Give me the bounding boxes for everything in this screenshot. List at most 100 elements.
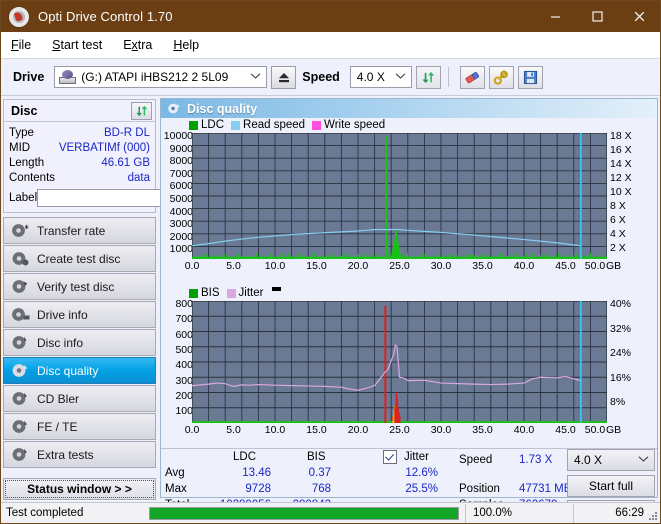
- erase-button[interactable]: [459, 65, 485, 89]
- close-button[interactable]: [618, 1, 660, 32]
- disc-speed-icon: [12, 224, 30, 237]
- ldc-y2tick: 18 X: [610, 130, 632, 142]
- stats-speed-label: Speed: [459, 454, 493, 466]
- sidebar-item-transfer-rate[interactable]: Transfer rate: [3, 217, 156, 244]
- bis-ytick: 200: [175, 389, 193, 402]
- tools-button[interactable]: [488, 65, 514, 89]
- content-area: Disc quality LDC Read speed Write speed …: [158, 96, 660, 522]
- legend-label: LDC: [201, 119, 225, 131]
- title-bar: Opti Drive Control 1.70: [1, 1, 660, 32]
- nav-list: Transfer rate Create test disc Verify te…: [3, 217, 156, 468]
- minimize-button[interactable]: [534, 1, 576, 32]
- ldc-xtick: 0.0: [184, 260, 200, 272]
- stats-row-label: Avg: [165, 467, 185, 479]
- menu-start-test[interactable]: Start test: [52, 38, 102, 52]
- sidebar-item-verify-test-disc[interactable]: Verify test disc: [3, 273, 156, 300]
- stats-avg-bis: 0.37: [308, 467, 331, 479]
- sidebar-item-label: Transfer rate: [37, 223, 106, 238]
- sidebar-item-fe-te[interactable]: FE / TE: [3, 413, 156, 440]
- stats-header-jitter: Jitter: [404, 451, 429, 463]
- disc-row-key: Contents: [9, 171, 56, 184]
- bis-ytick: 100: [175, 405, 193, 418]
- legend-swatch: [231, 120, 241, 130]
- ldc-xtick: 20.0: [347, 260, 369, 272]
- sidebar-item-label: Drive info: [37, 307, 88, 322]
- sidebar: Disc Type BD-R DL MID VERBATIMf (000) Le…: [1, 96, 242, 500]
- ldc-chart: LDC Read speed Write speed 10000 9000 80…: [161, 118, 657, 286]
- legend-swatch: [312, 120, 322, 130]
- ldc-ytick: 6000: [169, 180, 193, 193]
- sidebar-item-disc-info[interactable]: Disc info: [3, 329, 156, 356]
- bis-chart-legend: BIS Jitter: [161, 286, 657, 300]
- eject-button[interactable]: [271, 65, 297, 89]
- eraser-icon: [465, 71, 479, 83]
- ldc-ytick: 7000: [169, 167, 193, 180]
- chevron-down-icon: [638, 456, 649, 462]
- stats-max-ldc: 9728: [245, 483, 271, 495]
- ldc-y2tick: 16 X: [610, 144, 632, 156]
- sidebar-item-create-test-disc[interactable]: Create test disc: [3, 245, 156, 272]
- ldc-y2tick: 6 X: [610, 214, 626, 226]
- main-body: Disc Type BD-R DL MID VERBATIMf (000) Le…: [1, 96, 660, 522]
- test-speed-select[interactable]: 4.0 X: [567, 449, 655, 471]
- sidebar-item-disc-quality[interactable]: Disc quality: [3, 357, 156, 384]
- progress-percent: 100.0%: [465, 503, 573, 523]
- legend-item-read-speed: Read speed: [231, 119, 305, 131]
- app-window: Opti Drive Control 1.70 File Start test …: [0, 0, 661, 524]
- save-button[interactable]: [517, 65, 543, 89]
- ldc-xtick: 30.0: [430, 260, 452, 272]
- disc-refresh-button[interactable]: [131, 101, 152, 120]
- drive-select[interactable]: (G:) ATAPI iHBS212 2 5L09: [54, 66, 268, 88]
- ldc-y2tick: 14 X: [610, 158, 632, 170]
- stats-row-label: Max: [165, 483, 187, 495]
- resize-grip-icon[interactable]: [648, 511, 658, 521]
- sidebar-item-drive-info[interactable]: Drive info: [3, 301, 156, 328]
- status-window-button[interactable]: Status window > >: [3, 478, 156, 500]
- disc-row-value: 46.61 GB: [101, 156, 150, 169]
- progress-bar: [149, 506, 459, 520]
- menu-help[interactable]: Help: [173, 38, 199, 52]
- bis-ytick: 500: [175, 343, 193, 356]
- bis-y2tick: 32%: [610, 322, 632, 335]
- disc-group-title: Disc: [11, 103, 38, 118]
- start-full-button[interactable]: Start full: [567, 475, 655, 497]
- status-message: Test completed: [6, 507, 84, 519]
- bis-xtick: 15.0: [306, 424, 327, 436]
- ldc-plot-area: [192, 133, 607, 259]
- sidebar-item-extra-tests[interactable]: Extra tests: [3, 441, 156, 468]
- jitter-checkbox[interactable]: [383, 450, 397, 465]
- ldc-ytick: 4000: [169, 205, 193, 218]
- speed-label: Speed: [302, 70, 340, 84]
- ldc-xtick: 25.0: [389, 260, 410, 272]
- menu-extra[interactable]: Extra: [123, 38, 152, 52]
- toolbar-separator: [447, 67, 449, 87]
- disc-row-key: Type: [9, 126, 34, 139]
- sidebar-item-cd-bler[interactable]: CD Bler: [3, 385, 156, 412]
- start-full-label: Start full: [588, 479, 633, 493]
- maximize-button[interactable]: [576, 1, 618, 32]
- ldc-x-unit: GB: [606, 260, 622, 272]
- sidebar-item-label: Extra tests: [37, 447, 94, 462]
- stats-avg-ldc: 13.46: [242, 467, 271, 479]
- speed-select[interactable]: 4.0 X: [349, 66, 412, 88]
- bis-ytick: 800: [175, 298, 193, 310]
- status-bar: Test completed 100.0% 66:29: [1, 502, 660, 523]
- disc-group: Disc Type BD-R DL MID VERBATIMf (000) Le…: [3, 99, 242, 213]
- chevron-down-icon: [395, 73, 406, 79]
- stats-max-bis: 768: [311, 483, 331, 495]
- status-window-label: Status window > >: [27, 482, 132, 496]
- menu-file[interactable]: File: [11, 38, 31, 52]
- stats-position-label: Position: [459, 483, 500, 495]
- ldc-y2tick: 12 X: [610, 172, 632, 184]
- ldc-ytick: 2000: [169, 230, 193, 243]
- bis-xtick: 25.0: [389, 424, 410, 436]
- ldc-xtick: 35.0: [472, 260, 493, 272]
- refresh-button[interactable]: [415, 65, 441, 89]
- disc-row-key: MID: [9, 141, 31, 154]
- sidebar-item-label: Disc info: [37, 335, 84, 350]
- tools-icon: [493, 70, 509, 85]
- bis-ytick: 600: [175, 328, 193, 341]
- disc-properties: Type BD-R DL MID VERBATIMf (000) Length …: [4, 122, 242, 212]
- sidebar-item-label: Disc quality: [37, 363, 99, 378]
- drive-icon: [59, 70, 77, 84]
